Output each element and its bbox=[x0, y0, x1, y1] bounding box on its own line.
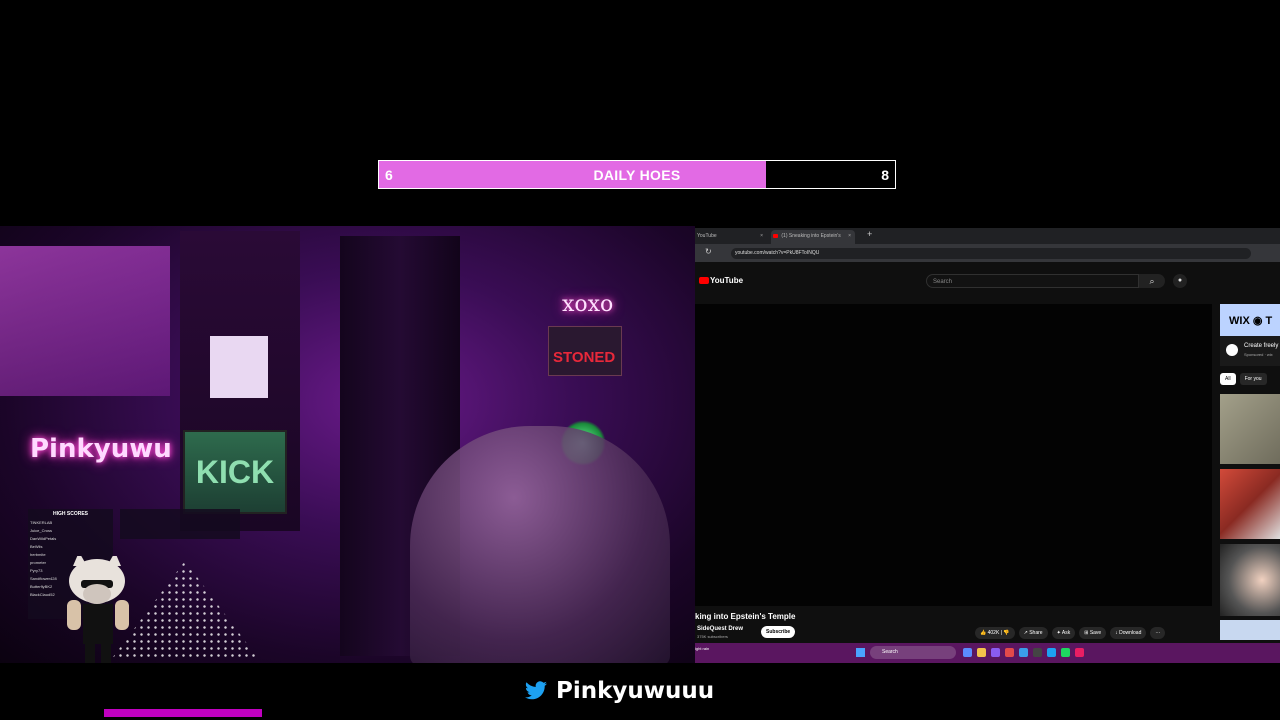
youtube-logo[interactable]: YouTube bbox=[699, 276, 743, 285]
daily-goal-bar: 6 DAILY HOES 8 bbox=[378, 160, 896, 189]
ad-logo-icon bbox=[1226, 344, 1238, 356]
ad-sponsored-label: Sponsored · wix bbox=[1244, 352, 1273, 357]
recommended-thumbnail[interactable] bbox=[1220, 394, 1280, 464]
video-title: king into Epstein's Temple bbox=[695, 612, 796, 621]
windows-start-icon[interactable] bbox=[856, 648, 865, 657]
browser-window: YouTube × (1) Sneaking into Epstein's × … bbox=[695, 228, 1280, 663]
ask-button[interactable]: ✦ Ask bbox=[1051, 627, 1076, 639]
close-icon[interactable]: × bbox=[760, 230, 763, 242]
save-button[interactable]: ⊞ Save bbox=[1079, 627, 1107, 639]
subscribe-button[interactable]: Subscribe bbox=[761, 626, 796, 638]
webcam-feed: Pinkyuwu xoxo STONED KICK HIGH SCORES TI… bbox=[0, 226, 695, 663]
neon-name-sign: Pinkyuwu bbox=[30, 434, 172, 464]
score-row: BeWils bbox=[30, 544, 43, 549]
reload-icon[interactable]: ↻ bbox=[705, 247, 712, 256]
folder-icon[interactable] bbox=[977, 648, 986, 657]
app-icon[interactable] bbox=[963, 648, 972, 657]
tab-youtube[interactable]: YouTube × bbox=[695, 230, 767, 244]
share-label: Share bbox=[1029, 630, 1043, 636]
recommended-thumbnail[interactable] bbox=[1220, 544, 1280, 616]
new-tab-button[interactable]: + bbox=[867, 229, 872, 239]
bottom-purple-strip bbox=[104, 709, 262, 717]
app-icon[interactable] bbox=[1047, 648, 1056, 657]
wall-poster bbox=[210, 336, 268, 398]
search-input[interactable]: Search bbox=[926, 274, 1139, 288]
tab-bar: YouTube × (1) Sneaking into Epstein's × … bbox=[695, 228, 1280, 244]
search-icon[interactable]: ⌕ bbox=[1139, 274, 1165, 288]
video-actions: 👍 402K | 👎 ↗ Share ✦ Ask ⊞ Save ↓ Downlo… bbox=[975, 627, 1166, 639]
subscriber-count: 375K subscribers bbox=[697, 634, 728, 639]
taskbar-search[interactable]: Search bbox=[870, 646, 956, 659]
app-icon[interactable] bbox=[1033, 648, 1042, 657]
app-icon[interactable] bbox=[1019, 648, 1028, 657]
stoned-sign-text: STONED bbox=[553, 349, 616, 366]
share-button[interactable]: ↗ Share bbox=[1018, 627, 1048, 639]
tab-youtube-label: YouTube bbox=[697, 233, 717, 239]
download-label: Download bbox=[1119, 630, 1142, 636]
score-row: DanWildPetals bbox=[30, 536, 57, 541]
score-row: TINKERLAB bbox=[30, 520, 53, 525]
channel-name[interactable]: SideQuest Drew bbox=[697, 626, 743, 632]
save-label: Save bbox=[1089, 630, 1102, 636]
tab-active-label: (1) Sneaking into Epstein's bbox=[781, 233, 841, 239]
video-player[interactable] bbox=[695, 304, 1212, 606]
chip-for-you[interactable]: For you bbox=[1239, 373, 1267, 385]
app-icon[interactable] bbox=[1075, 648, 1084, 657]
ad-banner: WIX ◉ T bbox=[1220, 304, 1280, 336]
address-bar-row: ↻ youtube.com/watch?v=PkU8FToINQU bbox=[695, 244, 1280, 262]
recommended-thumbnail[interactable] bbox=[1220, 620, 1280, 640]
tab-active-video[interactable]: (1) Sneaking into Epstein's × bbox=[771, 230, 855, 244]
streamer-handle: Pinkyuwuuu bbox=[556, 678, 715, 704]
game-stats-overlay bbox=[120, 509, 240, 539]
chrome-icon[interactable] bbox=[1005, 648, 1014, 657]
weather-widget[interactable]: ight rain bbox=[695, 646, 709, 651]
like-count: 402K bbox=[987, 630, 1000, 636]
taskbar-app-icons bbox=[963, 648, 1084, 657]
youtube-play-icon bbox=[699, 277, 709, 285]
wall-mural bbox=[0, 246, 170, 396]
high-scores-title: HIGH SCORES bbox=[52, 511, 88, 517]
youtube-logo-text: YouTube bbox=[710, 276, 744, 285]
mic-icon[interactable]: ● bbox=[1173, 274, 1187, 288]
score-row: Juice_Cross bbox=[30, 528, 53, 533]
goal-target-count: 8 bbox=[881, 167, 889, 183]
youtube-favicon-icon bbox=[773, 233, 778, 238]
kick-monitor: KICK bbox=[183, 430, 287, 514]
spotify-icon[interactable] bbox=[1061, 648, 1070, 657]
recommended-thumbnail[interactable] bbox=[1220, 469, 1280, 539]
neon-xoxo-sign: xoxo bbox=[562, 292, 614, 317]
stoned-sign: STONED bbox=[548, 326, 622, 376]
goal-title: DAILY HOES bbox=[593, 167, 681, 183]
youtube-header: YouTube Search ⌕ ● bbox=[695, 262, 1280, 302]
more-button[interactable]: ··· bbox=[1150, 627, 1166, 639]
close-icon[interactable]: × bbox=[848, 230, 851, 242]
social-handle: Pinkyuwuuu bbox=[524, 678, 714, 704]
ad-headline: Create freely bbox=[1244, 343, 1279, 349]
address-bar[interactable]: youtube.com/watch?v=PkU8FToINQU bbox=[731, 248, 1251, 259]
ask-label: Ask bbox=[1061, 630, 1071, 636]
filter-chips: All For you bbox=[1220, 373, 1267, 385]
sponsored-ad[interactable]: WIX ◉ T Create freely Sponsored · wix bbox=[1220, 304, 1280, 366]
ad-brand: WIX ◉ T bbox=[1229, 315, 1273, 327]
gaming-chair bbox=[410, 426, 670, 663]
twitter-bird-icon bbox=[525, 681, 547, 700]
windows-taskbar: ight rain Search bbox=[695, 643, 1280, 663]
app-icon[interactable] bbox=[991, 648, 1000, 657]
chip-all[interactable]: All bbox=[1220, 373, 1236, 385]
like-button[interactable]: 👍 402K | 👎 bbox=[975, 627, 1015, 639]
download-button[interactable]: ↓ Download bbox=[1110, 627, 1147, 639]
